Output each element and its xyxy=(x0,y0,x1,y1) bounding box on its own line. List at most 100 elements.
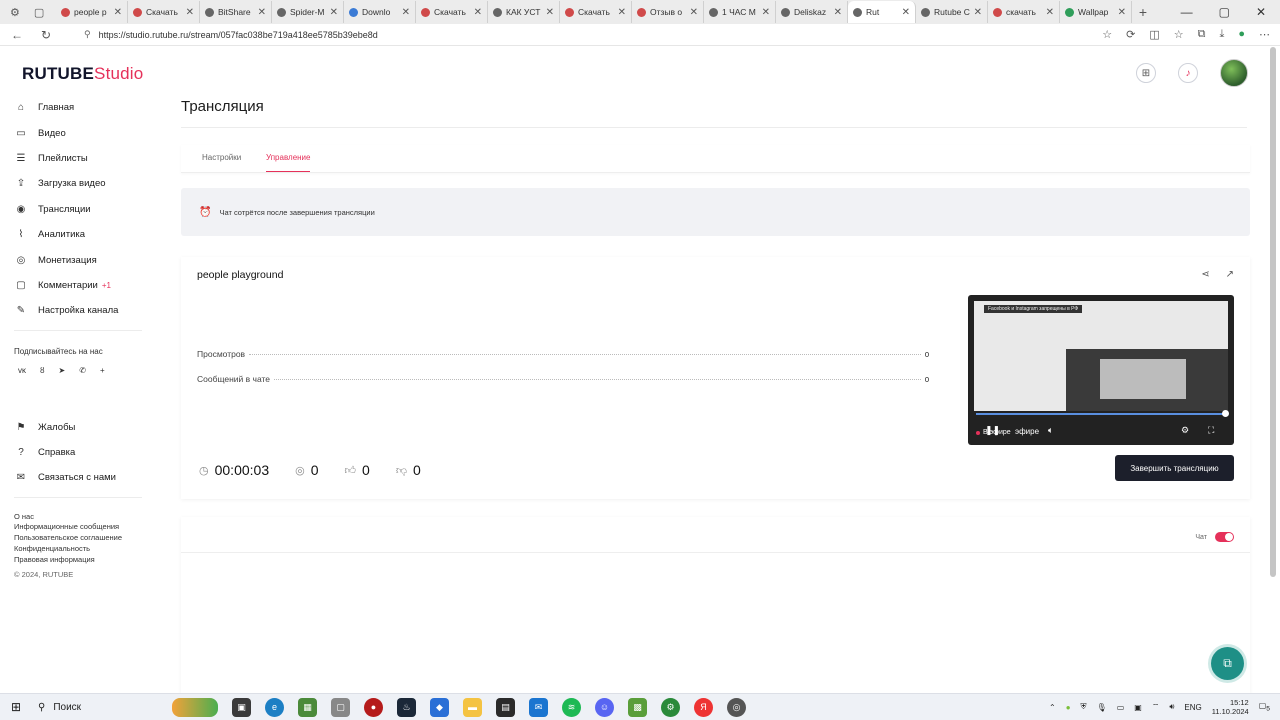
edge-icon[interactable]: e xyxy=(265,697,284,717)
tab-close-icon[interactable]: ✕ xyxy=(1046,7,1054,18)
downloads-icon[interactable]: ⤓ xyxy=(1219,28,1224,41)
page-scrollbar[interactable] xyxy=(1270,47,1276,577)
favorites-icon[interactable]: ☆ xyxy=(1174,28,1184,41)
sidebar-item[interactable]: ▭ Видео xyxy=(14,120,146,145)
tab-close-icon[interactable]: ✕ xyxy=(258,7,266,18)
new-tab-button[interactable]: + xyxy=(1132,4,1154,20)
clock[interactable]: 15:12 11.10.2024 xyxy=(1212,698,1249,716)
minecraft-icon[interactable]: ▦ xyxy=(298,697,317,717)
browser-tab[interactable]: BitShare ✕ xyxy=(200,1,272,23)
tab-close-icon[interactable]: ✕ xyxy=(402,7,410,18)
fullscreen-icon[interactable]: ⛶ xyxy=(1208,425,1214,436)
tab-close-icon[interactable]: ✕ xyxy=(974,7,982,18)
notifications-icon[interactable]: ▢5 xyxy=(1259,701,1270,713)
footer-link-info[interactable]: Информационные сообщения xyxy=(14,522,146,533)
sidebar-item[interactable]: ⌇ Аналитика xyxy=(14,222,146,247)
steam-icon[interactable]: ♨ xyxy=(397,697,416,717)
tab-close-icon[interactable]: ✕ xyxy=(834,7,842,18)
browser-tab[interactable]: Rut ✕ xyxy=(848,1,916,23)
sidebar-item[interactable]: ☰ Плейлисты xyxy=(14,146,146,171)
ok-icon[interactable]: ȣ xyxy=(40,366,45,375)
browser-tab[interactable]: Downlo ✕ xyxy=(344,1,416,23)
windows-app-icon[interactable]: ◆ xyxy=(430,697,449,717)
taskbar-search[interactable]: ⚲ Поиск xyxy=(32,702,162,713)
sidebar-item[interactable]: ⇪ Загрузка видео xyxy=(14,171,146,196)
split-view-icon[interactable]: ◫ xyxy=(1149,28,1159,41)
tab-close-icon[interactable]: ✕ xyxy=(546,7,554,18)
more-socials-icon[interactable]: + xyxy=(100,366,105,375)
address-field[interactable]: ⚲ https://studio.rutube.ru/stream/057fac… xyxy=(84,29,1102,40)
footer-link-about[interactable]: О нас xyxy=(14,512,146,523)
rutube-studio-logo[interactable]: RUTUBEStudio xyxy=(22,64,143,84)
back-icon[interactable]: ← xyxy=(11,28,23,42)
discord-icon[interactable]: ☺ xyxy=(595,697,614,717)
tab-close-icon[interactable]: ✕ xyxy=(474,7,482,18)
network-icon[interactable]: ⌔ xyxy=(1152,702,1160,712)
browser-tab[interactable]: Deliskaz ✕ xyxy=(776,1,848,23)
stream-preview-player[interactable]: Facebook и Instagram запрещены в РФ В эф… xyxy=(968,295,1234,445)
store-icon[interactable]: ▤ xyxy=(496,697,515,717)
tray-overflow-icon[interactable]: ⌃ xyxy=(1049,703,1056,712)
extensions-icon[interactable]: ⟳ xyxy=(1126,28,1135,41)
yandex-icon[interactable]: Я xyxy=(694,697,713,717)
sidebar-item[interactable]: ✉ Связаться с нами xyxy=(14,465,146,490)
sidebar-item[interactable]: ◎ Монетизация xyxy=(14,247,146,272)
obs-icon[interactable]: ● xyxy=(364,697,383,717)
tab-close-icon[interactable]: ✕ xyxy=(690,7,698,18)
browser-tab[interactable]: скачать ✕ xyxy=(988,1,1060,23)
tab-close-icon[interactable]: ✕ xyxy=(902,7,910,18)
end-stream-button[interactable]: Завершить трансляцию xyxy=(1115,455,1234,481)
avatar[interactable] xyxy=(1220,59,1248,87)
minecraft-launcher-icon[interactable]: ▩ xyxy=(628,697,647,717)
pause-icon[interactable]: ❚❚ xyxy=(985,425,1000,436)
vk-icon[interactable]: ᴠᴋ xyxy=(18,366,26,375)
browser-tab[interactable]: 1 ЧАС М ✕ xyxy=(704,1,776,23)
tray-app-icon[interactable]: ● xyxy=(1066,703,1071,712)
tab-close-icon[interactable]: ✕ xyxy=(618,7,626,18)
close-window-icon[interactable]: ✕ xyxy=(1256,5,1266,19)
sidebar-item[interactable]: ▢ Комментарии +1 xyxy=(14,273,146,298)
language-indicator[interactable]: ENG xyxy=(1184,703,1201,712)
settings-menu-icon[interactable]: ⋯ xyxy=(1259,28,1270,41)
telegram-icon[interactable]: ➤ xyxy=(59,366,66,375)
weather-widget-icon[interactable] xyxy=(172,697,218,717)
browser-tab[interactable]: Отзыв о ✕ xyxy=(632,1,704,23)
sidebar-item[interactable]: ? Справка xyxy=(14,440,146,465)
task-view-icon[interactable]: ▣ xyxy=(232,697,251,717)
file-explorer-icon[interactable]: ▬ xyxy=(463,697,482,717)
browser-tab[interactable]: Rutube С ✕ xyxy=(916,1,988,23)
tab-close-icon[interactable]: ✕ xyxy=(330,7,338,18)
player-progress-knob[interactable] xyxy=(1222,410,1229,417)
browser-tab[interactable]: Spider-M ✕ xyxy=(272,1,344,23)
sidebar-item[interactable]: ✎ Настройка канала xyxy=(14,298,146,323)
sidebar-item[interactable]: ⚑ Жалобы xyxy=(14,415,146,440)
bookmark-star-icon[interactable]: ☆ xyxy=(1102,28,1112,41)
player-progress-bar[interactable] xyxy=(976,413,1226,415)
tab-close-icon[interactable]: ✕ xyxy=(1118,7,1126,18)
create-button[interactable]: ⊞ xyxy=(1136,63,1156,83)
sidebar-item[interactable]: ⌂ Главная xyxy=(14,95,146,120)
chat-switch[interactable] xyxy=(1215,532,1234,542)
volume-icon[interactable]: 🔈︎ xyxy=(1048,425,1053,436)
mail-icon[interactable]: ✉ xyxy=(529,697,548,717)
browser-tab[interactable]: Wallpap ✕ xyxy=(1060,1,1132,23)
open-external-icon[interactable]: ↗ xyxy=(1226,269,1234,280)
browser-tab[interactable]: КАК УСТ ✕ xyxy=(488,1,560,23)
chrome-icon[interactable]: ◎ xyxy=(727,697,746,717)
support-chat-button[interactable]: ⧉ xyxy=(1211,647,1244,680)
tab-management[interactable]: Управление xyxy=(266,153,311,172)
reload-icon[interactable]: ↻ xyxy=(41,28,51,42)
start-button[interactable]: ⊞ xyxy=(0,700,32,714)
mic-icon[interactable]: 🎙︎ xyxy=(1097,703,1107,712)
tab-close-icon[interactable]: ✕ xyxy=(762,7,770,18)
notifications-button[interactable]: ♪ xyxy=(1178,63,1198,83)
footer-link-privacy[interactable]: Конфиденциальность xyxy=(14,544,146,555)
tab-settings[interactable]: Настройки xyxy=(202,153,241,162)
tab-actions-icon[interactable]: ▢ xyxy=(34,6,44,19)
tray-video-icon[interactable]: ▣ xyxy=(1134,703,1142,712)
maximize-icon[interactable]: ▢ xyxy=(1219,5,1230,19)
viber-icon[interactable]: ✆ xyxy=(79,366,86,375)
browser-tab[interactable]: Скачать ✕ xyxy=(128,1,200,23)
player-settings-icon[interactable]: ⚙ xyxy=(1181,425,1189,436)
extension-green-icon[interactable]: ● xyxy=(1238,28,1245,41)
